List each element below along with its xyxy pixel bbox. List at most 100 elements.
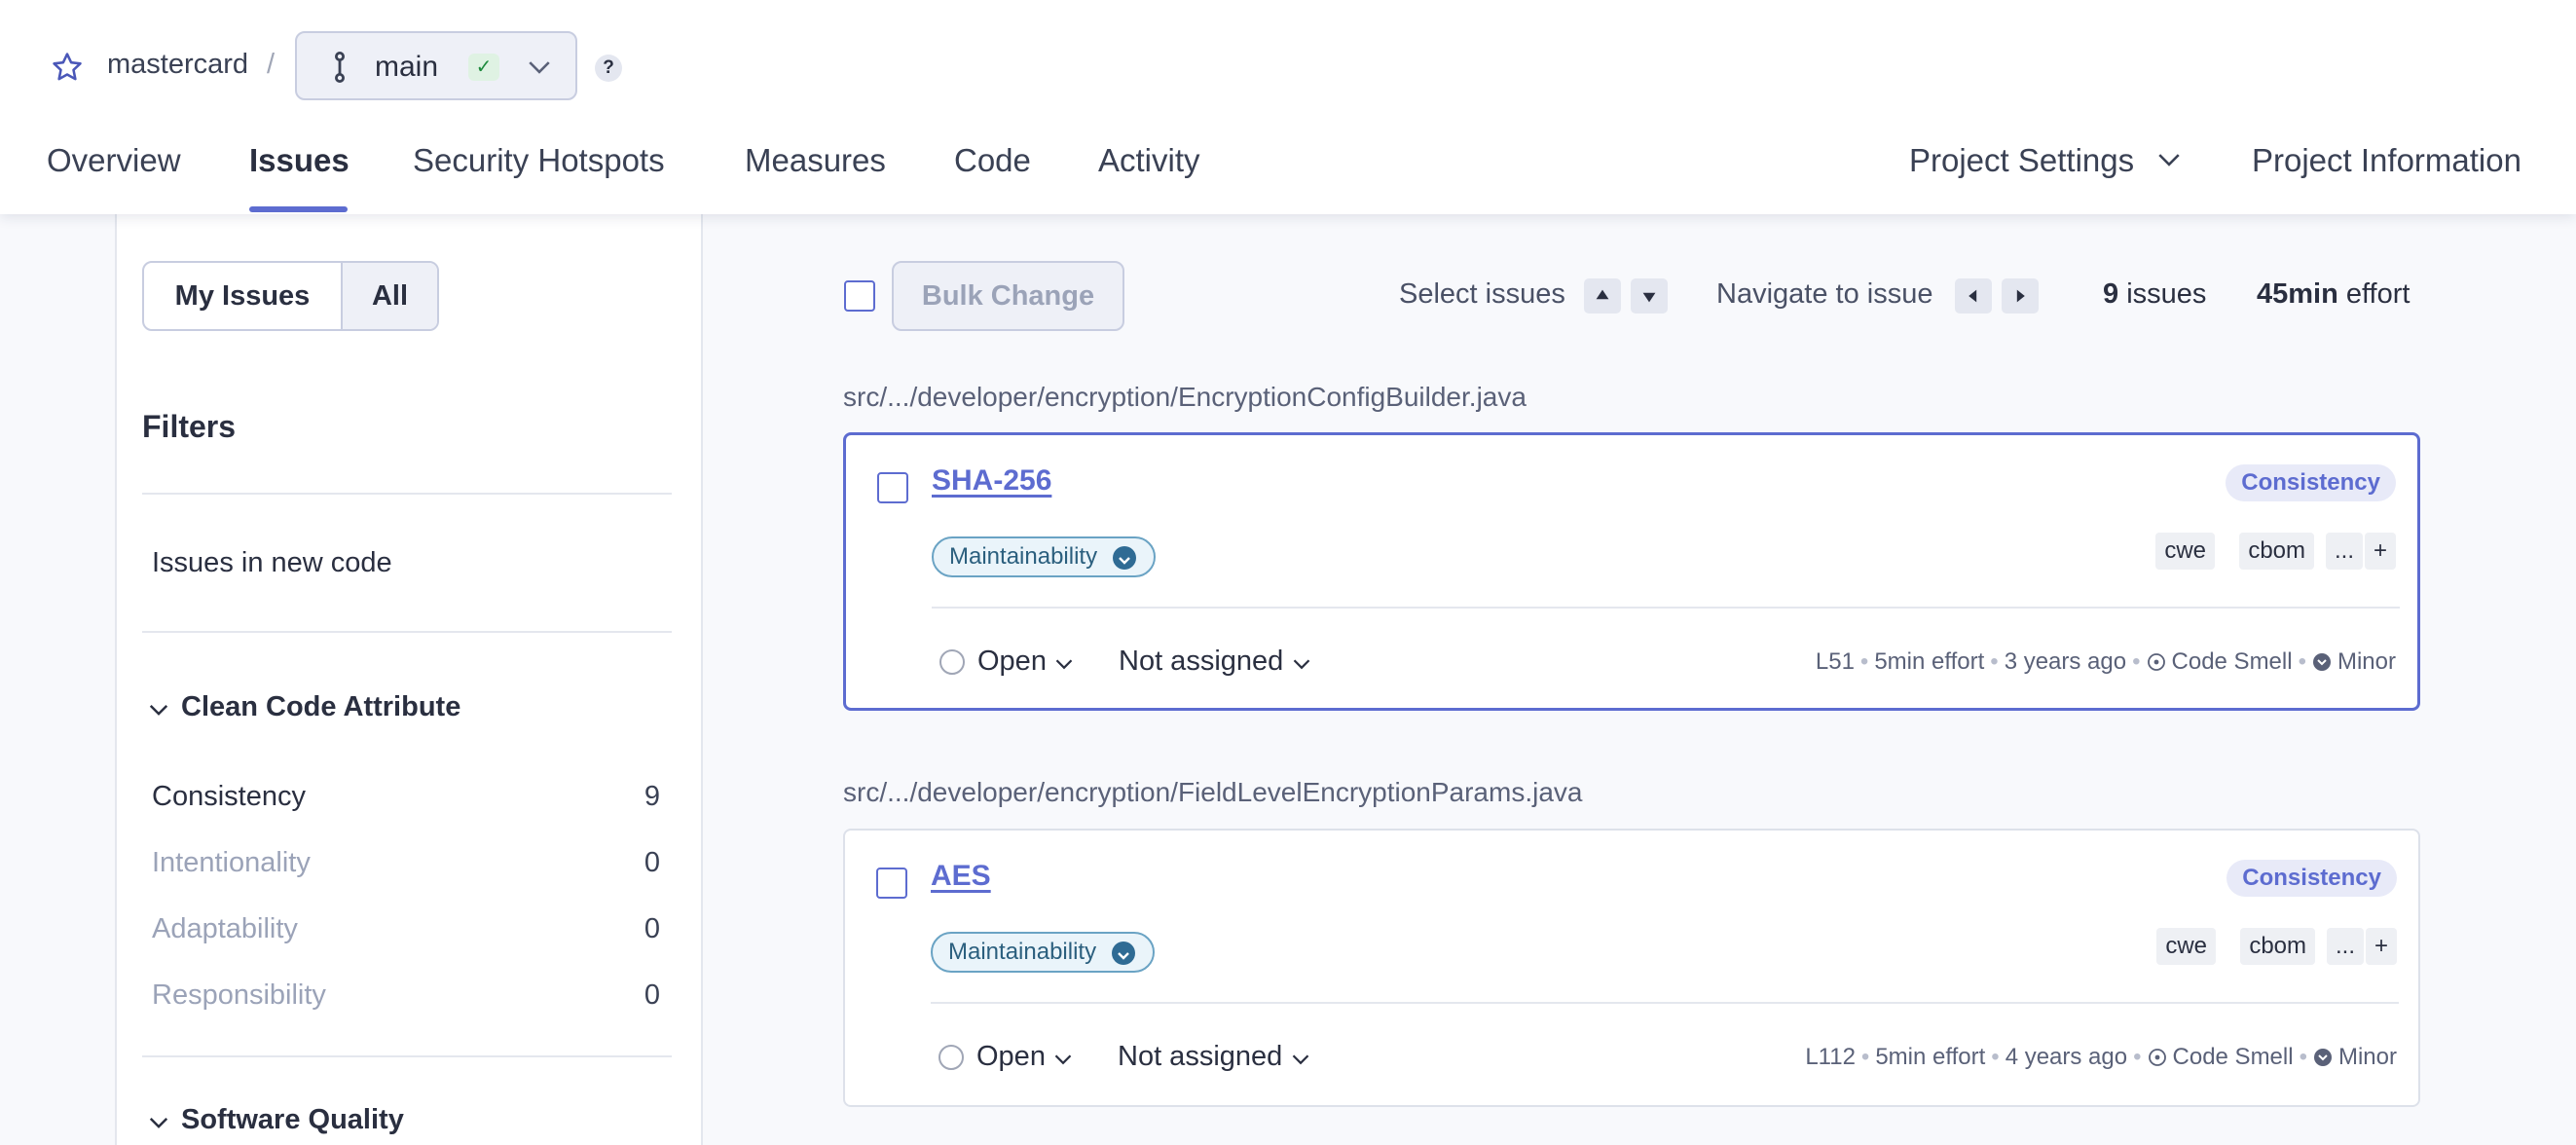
code-smell-icon <box>2147 653 2165 671</box>
code-smell-icon <box>2148 1049 2166 1066</box>
arrow-left-icon <box>1955 278 1992 314</box>
clean-code-attribute-badge: Consistency <box>2226 464 2396 501</box>
star-icon[interactable] <box>51 51 84 84</box>
attribute-filter-consistency[interactable]: Consistency <box>152 781 306 813</box>
select-all-checkbox[interactable] <box>844 280 875 312</box>
tab-activity[interactable]: Activity <box>1098 142 1200 179</box>
severity-minor-icon <box>2312 653 2331 671</box>
issue-type: Code Smell <box>2172 1044 2294 1070</box>
tag-cwe[interactable]: cwe <box>2155 533 2215 570</box>
active-tab-indicator <box>249 206 348 212</box>
attribute-filter-responsibility[interactable]: Responsibility <box>152 979 326 1012</box>
issue-checkbox[interactable] <box>876 868 907 899</box>
project-name-link[interactable]: mastercard <box>107 49 248 81</box>
arrow-down-icon <box>1631 278 1668 314</box>
branch-icon <box>335 52 345 83</box>
attribute-count: 9 <box>644 781 660 812</box>
issue-card[interactable]: SHA-256 Consistency Maintainability cwe … <box>843 432 2420 711</box>
software-quality-section[interactable]: Software Quality <box>181 1104 404 1136</box>
clean-code-attribute-section[interactable]: Clean Code Attribute <box>181 691 460 723</box>
component-path: src/.../developer/encryption/EncryptionC… <box>843 382 1527 412</box>
severity-minor-icon <box>2313 1049 2332 1066</box>
issue-meta: L51 • 5min effort • 3 years ago • Code Smell • M… <box>1815 648 2396 675</box>
clean-code-attribute-badge: Consistency <box>2226 860 2397 897</box>
severity-minor-icon <box>1112 942 1136 965</box>
tab-security-hotspots[interactable]: Security Hotspots <box>413 142 665 179</box>
tab-measures[interactable]: Measures <box>745 142 886 179</box>
status-open-icon <box>939 649 965 675</box>
issue-effort: 5min effort <box>1874 648 1985 675</box>
attribute-count: 0 <box>644 979 660 1011</box>
software-quality-pill[interactable]: Maintainability <box>932 536 1157 577</box>
select-issues-label: Select issues <box>1399 278 1565 310</box>
issue-status-dropdown[interactable]: Open <box>977 646 1047 678</box>
branch-name: main <box>375 51 439 83</box>
tab-issues[interactable]: Issues <box>249 142 350 179</box>
issue-line[interactable]: L51 <box>1816 648 1855 675</box>
breadcrumb-separator: / <box>267 49 276 80</box>
issue-meta: L112 • 5min effort • 4 years ago • Code Smell •… <box>1805 1044 2397 1070</box>
status-open-icon <box>938 1045 964 1070</box>
attribute-count: 0 <box>644 913 660 944</box>
divider <box>142 631 672 633</box>
branch-selector[interactable]: main ✓ <box>295 31 577 100</box>
tag-cbom[interactable]: cbom <box>2240 928 2315 965</box>
filters-heading: Filters <box>142 409 237 444</box>
project-information-link[interactable]: Project Information <box>2252 142 2521 179</box>
issue-age: 4 years ago <box>2005 1044 2128 1070</box>
issue-type: Code Smell <box>2171 648 2293 675</box>
attribute-filter-adaptability[interactable]: Adaptability <box>152 913 298 945</box>
filters-sidebar: My Issues All Filters Issues in new code… <box>115 214 703 1145</box>
assignee-dropdown[interactable]: Not assigned <box>1118 1041 1282 1073</box>
my-issues-button[interactable]: My Issues <box>144 263 341 329</box>
project-header: mastercard / main ✓ ? Overview Issues Se… <box>0 0 2576 214</box>
chevron-down-icon[interactable] <box>1053 1053 1073 1066</box>
chevron-down-icon[interactable] <box>148 701 169 719</box>
issue-status-dropdown[interactable]: Open <box>976 1041 1046 1073</box>
project-settings-menu[interactable]: Project Settings <box>1909 142 2134 179</box>
assignee-dropdown[interactable]: Not assigned <box>1119 646 1283 678</box>
add-tag-button[interactable]: + <box>2364 533 2396 570</box>
check-icon: ✓ <box>468 54 499 81</box>
new-code-filter[interactable]: Issues in new code <box>152 547 392 579</box>
software-quality-pill[interactable]: Maintainability <box>931 932 1156 973</box>
effort-total: 45min effort <box>2257 278 2410 310</box>
issue-age: 3 years ago <box>2004 648 2127 675</box>
issue-severity: Minor <box>2337 648 2396 675</box>
attribute-count: 0 <box>644 847 660 878</box>
tab-overview[interactable]: Overview <box>47 142 181 179</box>
divider <box>142 493 672 495</box>
issue-checkbox[interactable] <box>877 472 908 503</box>
navigate-issue-label: Navigate to issue <box>1716 278 1933 310</box>
chevron-down-icon[interactable] <box>2156 150 2182 169</box>
all-issues-button[interactable]: All <box>341 263 437 329</box>
issue-line[interactable]: L112 <box>1805 1044 1856 1070</box>
chevron-down-icon[interactable] <box>1292 657 1311 671</box>
severity-minor-icon <box>1113 546 1137 570</box>
issue-title-link[interactable]: SHA-256 <box>932 464 1051 498</box>
issue-title-link[interactable]: AES <box>931 860 991 893</box>
arrow-right-icon <box>2002 278 2039 314</box>
arrow-up-icon <box>1584 278 1621 314</box>
divider <box>932 607 2400 609</box>
chevron-down-icon[interactable] <box>1054 657 1074 671</box>
tag-cbom[interactable]: cbom <box>2239 533 2314 570</box>
issue-severity: Minor <box>2337 1044 2397 1070</box>
bulk-change-button[interactable]: Bulk Change <box>892 261 1124 331</box>
chevron-down-icon[interactable] <box>148 1114 169 1131</box>
issue-scope-toggle: My Issues All <box>142 261 439 331</box>
tag-cwe[interactable]: cwe <box>2156 928 2216 965</box>
chevron-down-icon[interactable] <box>1291 1053 1310 1066</box>
question-icon[interactable]: ? <box>595 55 622 82</box>
divider <box>142 1055 672 1057</box>
software-quality-label: Maintainability <box>948 939 1097 965</box>
tag-more[interactable]: ... <box>2326 928 2364 965</box>
tag-more[interactable]: ... <box>2325 533 2363 570</box>
issue-effort: 5min effort <box>1875 1044 1986 1070</box>
chevron-down-icon <box>529 61 550 74</box>
add-tag-button[interactable]: + <box>2365 928 2397 965</box>
attribute-filter-intentionality[interactable]: Intentionality <box>152 847 311 879</box>
tab-code[interactable]: Code <box>954 142 1031 179</box>
issue-card[interactable]: AES Consistency Maintainability cwe cbom… <box>843 829 2420 1107</box>
divider <box>931 1002 2399 1004</box>
